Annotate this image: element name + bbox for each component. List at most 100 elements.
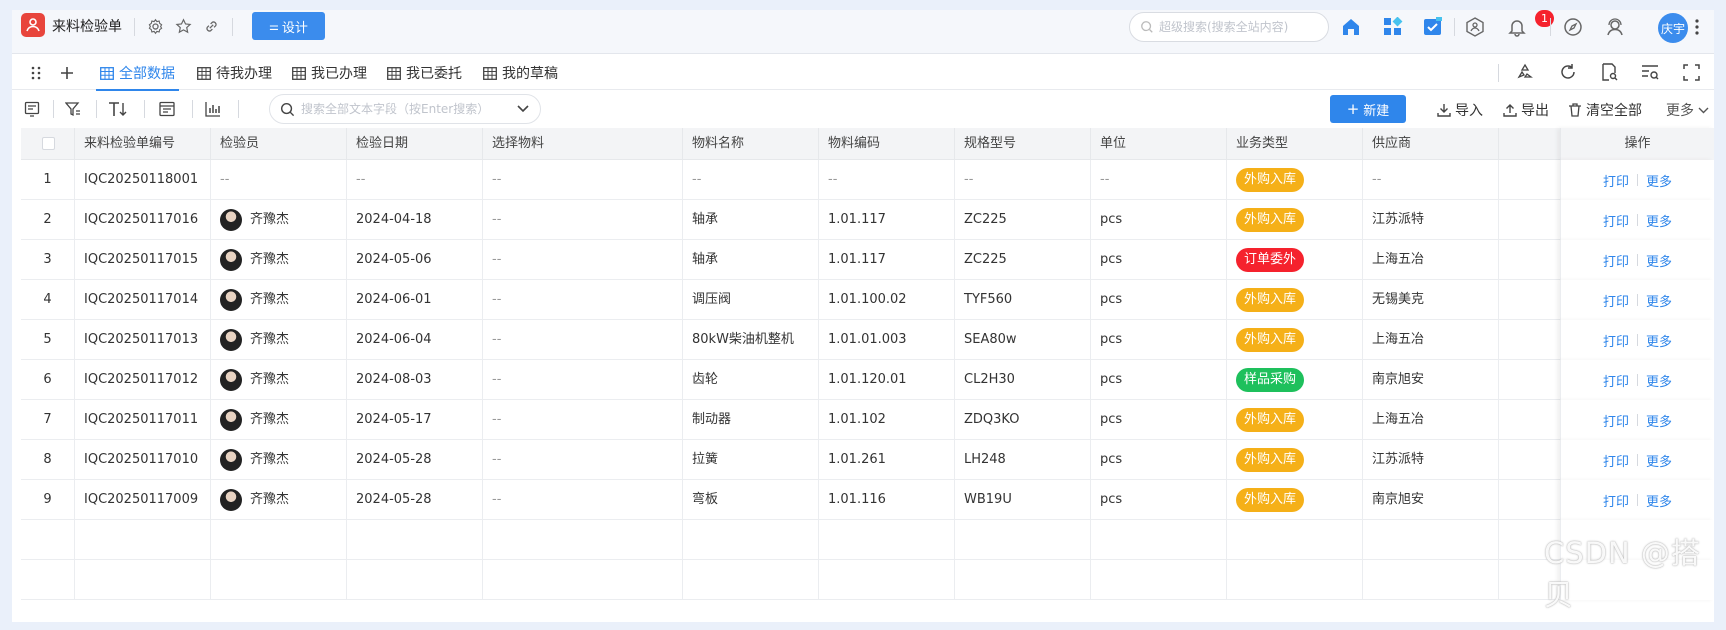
print-link[interactable]: 打印 <box>1603 171 1629 190</box>
header-material-code[interactable]: 物料编码 <box>819 128 955 160</box>
design-button[interactable]: ⚌ 设计 <box>252 12 325 40</box>
new-record-button[interactable]: + 新建 <box>1330 95 1406 123</box>
more-link[interactable]: 更多 <box>1646 331 1672 350</box>
link-icon[interactable] <box>202 17 220 35</box>
header-supplier[interactable]: 供应商 <box>1363 128 1499 160</box>
apps-grid-icon[interactable] <box>1382 16 1404 38</box>
gear-icon[interactable] <box>146 17 164 35</box>
print-link[interactable]: 打印 <box>1603 371 1629 390</box>
inspector-avatar <box>220 449 242 471</box>
table-row[interactable]: 5 IQC20250117013 齐豫杰 2024-06-04 -- 80kW柴油机整机 1… <box>21 320 1714 360</box>
print-link[interactable]: 打印 <box>1603 451 1629 470</box>
form-view-icon[interactable] <box>157 99 177 119</box>
spec-cell: SEA80w <box>955 320 1091 360</box>
table-row[interactable]: 2 IQC20250117016 齐豫杰 2024-04-18 -- 轴承 1.01.117… <box>21 200 1714 240</box>
header-inspector[interactable]: 检验员 <box>211 128 347 160</box>
tab-drafts[interactable]: 我的草稿 <box>483 62 558 84</box>
tab-done[interactable]: 我已办理 <box>292 62 367 84</box>
tab-pending[interactable]: 待我办理 <box>197 62 272 84</box>
sort-text-icon[interactable] <box>108 99 128 119</box>
divider <box>1637 174 1638 186</box>
print-view-icon[interactable] <box>22 99 42 119</box>
unit-cell: -- <box>1091 160 1227 200</box>
more-actions-button[interactable]: 更多 <box>1666 100 1709 120</box>
list-search-icon[interactable] <box>1640 62 1660 82</box>
print-link[interactable]: 打印 <box>1603 331 1629 350</box>
material-select-cell: -- <box>483 400 683 440</box>
inspector-cell: 齐豫杰 <box>211 480 347 520</box>
more-link[interactable]: 更多 <box>1646 411 1672 430</box>
chevron-down-icon[interactable] <box>517 105 529 113</box>
import-button[interactable]: 导入 <box>1437 100 1483 120</box>
doc-search-icon[interactable] <box>1599 62 1619 82</box>
print-link[interactable]: 打印 <box>1603 251 1629 270</box>
table-row[interactable]: 4 IQC20250117014 齐豫杰 2024-06-01 -- 调压阀 1.01.10… <box>21 280 1714 320</box>
task-check-icon[interactable] <box>1422 16 1444 38</box>
print-link[interactable]: 打印 <box>1603 291 1629 310</box>
filter-icon[interactable] <box>63 99 83 119</box>
recycle-icon[interactable] <box>1515 62 1535 82</box>
row-index-cell <box>21 560 75 600</box>
more-link[interactable]: 更多 <box>1646 371 1672 390</box>
fullscreen-icon[interactable] <box>1681 62 1701 82</box>
code-cell <box>75 520 211 560</box>
header-business-type[interactable]: 业务类型 <box>1227 128 1363 160</box>
search-icon <box>280 102 295 116</box>
header-material-name[interactable]: 物料名称 <box>683 128 819 160</box>
chart-icon[interactable] <box>203 99 223 119</box>
support-user-icon[interactable] <box>1604 16 1626 38</box>
print-link[interactable]: 打印 <box>1603 491 1629 510</box>
export-button[interactable]: 导出 <box>1503 100 1549 120</box>
business-type-cell: 样品采购 <box>1227 360 1363 400</box>
table-row[interactable]: 8 IQC20250117010 齐豫杰 2024-05-28 -- 拉簧 1.01.261… <box>21 440 1714 480</box>
clear-all-button[interactable]: 清空全部 <box>1568 100 1642 120</box>
more-link[interactable]: 更多 <box>1646 251 1672 270</box>
more-link[interactable]: 更多 <box>1646 451 1672 470</box>
more-link[interactable]: 更多 <box>1646 491 1672 510</box>
home-icon[interactable] <box>1340 16 1362 38</box>
inspector-avatar <box>220 329 242 351</box>
header-date[interactable]: 检验日期 <box>347 128 483 160</box>
refresh-icon[interactable] <box>1558 62 1578 82</box>
print-link[interactable]: 打印 <box>1603 411 1629 430</box>
field-search[interactable] <box>269 94 541 124</box>
star-icon[interactable] <box>174 17 192 35</box>
business-type-cell: 外购入库 <box>1227 200 1363 240</box>
user-avatar[interactable]: 庆宇 <box>1658 13 1688 43</box>
table-row[interactable]: 1 IQC20250118001 -- -- -- -- -- -- -- 外购入库 -- 打印 更多 <box>21 160 1714 200</box>
header-code[interactable]: 来料检验单编号 <box>75 128 211 160</box>
global-search-input[interactable] <box>1159 20 1319 34</box>
header-spec[interactable]: 规格型号 <box>955 128 1091 160</box>
table-row[interactable]: 3 IQC20250117015 齐豫杰 2024-05-06 -- 轴承 1.01.117… <box>21 240 1714 280</box>
table-row[interactable]: 6 IQC20250117012 齐豫杰 2024-08-03 -- 齿轮 1.01.120… <box>21 360 1714 400</box>
bell-icon[interactable] <box>1506 16 1528 38</box>
more-link[interactable]: 更多 <box>1646 291 1672 310</box>
print-link[interactable]: 打印 <box>1603 211 1629 230</box>
field-search-input[interactable] <box>301 102 511 116</box>
select-all-checkbox[interactable] <box>42 137 55 150</box>
code-cell: IQC20250118001 <box>75 160 211 200</box>
top-bar: 来料检验单 ⚌ 设计 超级搜索(搜索全站内容) 1 庆宇 <box>12 10 1714 54</box>
tab-delegated[interactable]: 我已委托 <box>387 62 462 84</box>
add-view-icon[interactable] <box>57 63 77 83</box>
table-row[interactable]: 7 IQC20250117011 齐豫杰 2024-05-17 -- 制动器 1.01.10… <box>21 400 1714 440</box>
more-link[interactable]: 更多 <box>1646 211 1672 230</box>
compass-icon[interactable] <box>1562 16 1584 38</box>
header-unit[interactable]: 单位 <box>1091 128 1227 160</box>
supplier-cell: 无锡美克 <box>1363 280 1499 320</box>
material-code-cell: 1.01.102 <box>819 400 955 440</box>
table-row[interactable]: 9 IQC20250117009 齐豫杰 2024-05-28 -- 弯板 1.01.116… <box>21 480 1714 520</box>
tab-all-data[interactable]: 全部数据 <box>96 62 179 91</box>
more-link[interactable]: 更多 <box>1646 171 1672 190</box>
inspector-cell: 齐豫杰 <box>211 240 347 280</box>
header-material-select[interactable]: 选择物料 <box>483 128 683 160</box>
more-vertical-icon[interactable] <box>1692 16 1702 38</box>
row-index-cell: 4 <box>21 280 75 320</box>
global-search[interactable] <box>1129 12 1329 42</box>
inspector-name: 齐豫杰 <box>250 492 290 507</box>
table-icon <box>292 66 306 80</box>
drag-grid-icon[interactable] <box>26 63 46 83</box>
code-cell: IQC20250117016 <box>75 200 211 240</box>
hexagon-user-icon[interactable] <box>1464 16 1486 38</box>
row-actions: 打印 更多 <box>1560 240 1714 280</box>
